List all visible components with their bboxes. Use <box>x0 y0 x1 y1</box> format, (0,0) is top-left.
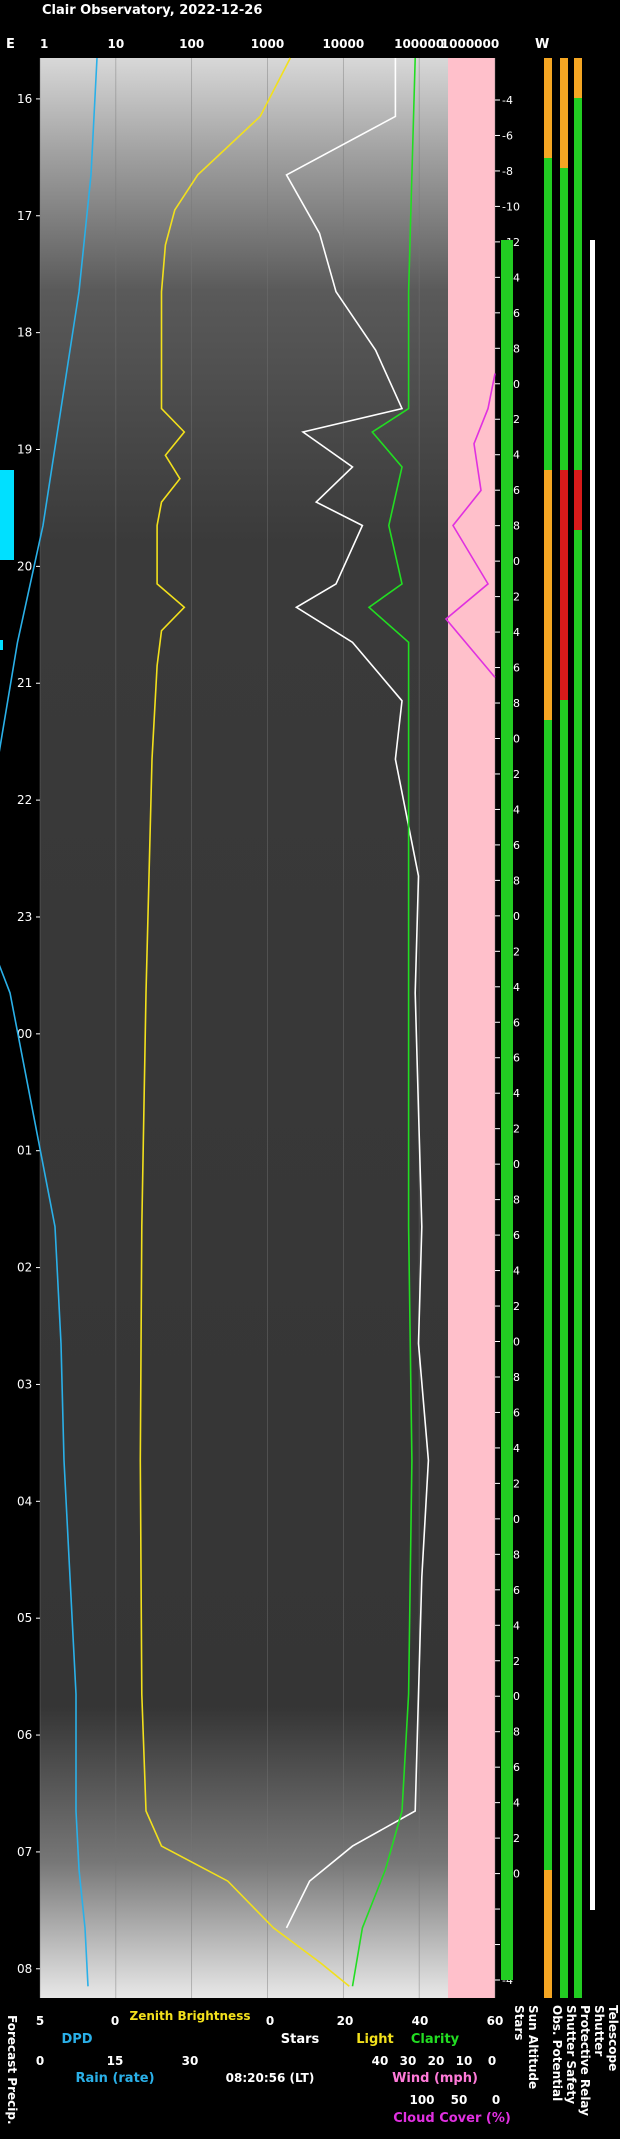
right-column-label: Stars <box>512 2005 526 2041</box>
top-axis-ticks: 1 10 100 1000 10000 1000001000000 <box>40 37 499 51</box>
shutter-column <box>590 240 595 1910</box>
cloud-axis-title: Cloud Cover (%) <box>393 2111 511 2126</box>
wind-tick: 0 <box>488 2054 496 2068</box>
top-tick-label: 1000000 <box>441 37 499 51</box>
sun-altitude-label: -6 <box>502 129 513 142</box>
bottom-axes: 5 0DPDZenith BrightnessStars0 20 40 60Light C… <box>5 2005 620 2126</box>
cloud-tick: 0 <box>492 2093 500 2107</box>
forecast-precip-block <box>0 470 14 560</box>
east-label: E <box>6 37 15 52</box>
obs-potential-cloud <box>544 470 552 720</box>
wind-tick: 40 <box>372 2054 389 2068</box>
stars-axis-title: Stars <box>281 2032 320 2047</box>
cloud-tick: 50 <box>451 2093 468 2107</box>
time-tick-label: 22 <box>17 793 32 807</box>
top-tick-label: 10 <box>107 37 124 51</box>
wind-tick: 30 <box>400 2054 417 2068</box>
rain-tick: 30 <box>182 2054 199 2068</box>
zenith-axis-title: Zenith Brightness <box>130 2009 251 2023</box>
time-tick-label: 23 <box>17 910 32 924</box>
right-column-label: Shutter Safety <box>564 2005 578 2104</box>
top-tick-label: 10000 <box>322 37 364 51</box>
dpd-tick: 0 <box>111 2014 119 2028</box>
top-tick-label: 1 <box>40 37 48 51</box>
forecast-precip-label: Forecast Precip. <box>5 2015 19 2125</box>
dpd-tick: 5 <box>36 2014 44 2028</box>
time-tick-label: 07 <box>17 1845 32 1859</box>
west-label: W <box>535 37 549 52</box>
protective-relay-red <box>574 470 582 530</box>
forecast-precip-block <box>0 640 3 650</box>
obs-potential-twilight-top <box>544 58 552 158</box>
wind-band <box>448 58 495 1998</box>
time-tick-label: 02 <box>17 1261 32 1275</box>
forecast-precip-bar <box>0 470 14 650</box>
wind-tick: 10 <box>456 2054 473 2068</box>
timestamp-label: 08:20:56 (LT) <box>226 2071 315 2085</box>
time-tick-label: 17 <box>17 209 32 223</box>
shutter-safety-column <box>560 58 568 1998</box>
right-column-label: Sun Altitude <box>526 2005 540 2089</box>
time-tick-label: 19 <box>17 443 32 457</box>
time-tick-label: 18 <box>17 326 32 340</box>
wind-axis-title: Wind (mph) <box>392 2071 478 2086</box>
rain-tick: 15 <box>107 2054 124 2068</box>
obs-potential-column <box>544 58 552 1998</box>
time-tick-label: 16 <box>17 92 32 106</box>
rain-tick: 0 <box>36 2054 44 2068</box>
time-tick-label: 06 <box>17 1728 32 1742</box>
wind-tick: 20 <box>428 2054 445 2068</box>
stars-tick: 0 <box>266 2014 274 2028</box>
stars-tick: 40 <box>412 2014 429 2028</box>
stars-tick: 20 <box>337 2014 354 2028</box>
sun-altitude-label: -4 <box>502 94 513 107</box>
chart-title: Clair Observatory, 2022-12-26 <box>42 3 262 18</box>
obs-potential-twilight-bottom <box>544 1870 552 1998</box>
shutter-safety-red <box>560 470 568 700</box>
shutter-safety-amber <box>560 58 568 168</box>
sun-altitude-label: -10 <box>502 200 520 213</box>
dpd-axis-title: DPD <box>61 2032 92 2047</box>
time-tick-label: 03 <box>17 1377 32 1391</box>
protective-relay-column <box>574 58 582 1998</box>
top-tick-label: 100000 <box>394 37 444 51</box>
protective-relay-amber <box>574 58 582 98</box>
right-column-label: Protective Relay <box>578 2005 592 2116</box>
time-tick-label: 04 <box>17 1494 32 1508</box>
top-tick-label: 1000 <box>251 37 284 51</box>
time-axis-ticks: 1617181920212223000102030405060708 <box>17 92 40 1976</box>
stars-tick: 60 <box>487 2014 504 2028</box>
light-axis-title: Light <box>356 2032 394 2047</box>
time-tick-label: 08 <box>17 1962 32 1976</box>
right-column-label: Shutter <box>592 2005 606 2056</box>
stars-column <box>501 240 513 1980</box>
rain-axis-title: Rain (rate) <box>75 2071 154 2086</box>
time-tick-label: 05 <box>17 1611 32 1625</box>
sun-altitude-label: -8 <box>502 165 513 178</box>
time-tick-label: 01 <box>17 1144 32 1158</box>
right-column-label: Obs. Potential <box>550 2005 564 2101</box>
time-tick-label: 20 <box>17 559 32 573</box>
observatory-chart: Clair Observatory, 2022-12-26 E W 1 10 100… <box>0 3 620 2126</box>
top-tick-label: 100 <box>179 37 204 51</box>
right-column-label: Telescope <box>606 2005 620 2071</box>
clarity-axis-title: Clarity <box>411 2032 460 2047</box>
cloud-tick: 100 <box>409 2093 434 2107</box>
time-tick-label: 21 <box>17 676 32 690</box>
